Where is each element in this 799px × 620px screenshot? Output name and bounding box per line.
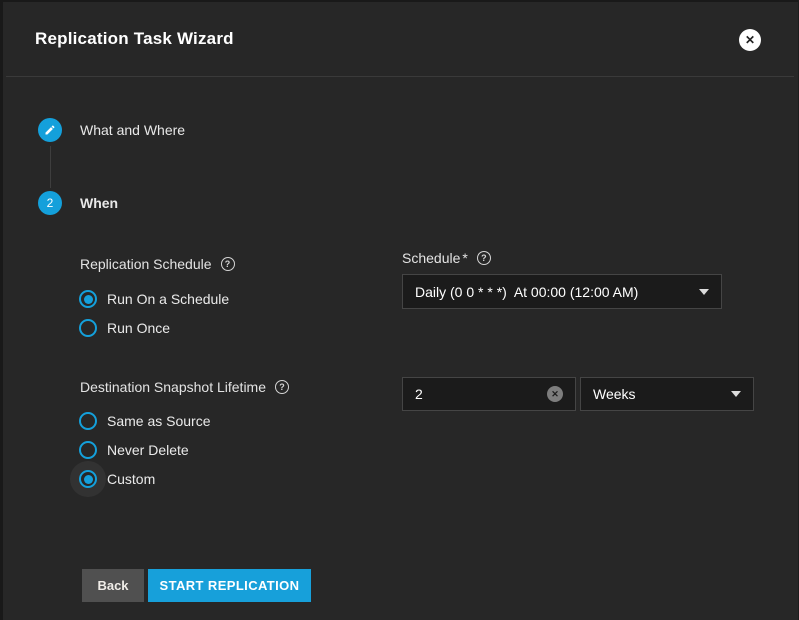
radio-label: Run On a Schedule xyxy=(107,291,229,307)
step-connector-line xyxy=(50,146,51,188)
snapshot-lifetime-group-label: Destination Snapshot Lifetime ? xyxy=(80,379,289,395)
radio-run-on-a-schedule[interactable]: Run On a Schedule xyxy=(79,290,229,308)
replication-schedule-label-text: Replication Schedule xyxy=(80,256,212,272)
step-when[interactable]: 2 When xyxy=(38,191,118,215)
radio-run-once[interactable]: Run Once xyxy=(79,319,170,337)
step1-circle xyxy=(38,118,62,142)
radio-same-as-source[interactable]: Same as Source xyxy=(79,412,211,430)
page-title: Replication Task Wizard xyxy=(35,29,234,49)
help-icon[interactable]: ? xyxy=(221,257,235,271)
radio-label: Same as Source xyxy=(107,413,211,429)
help-icon[interactable]: ? xyxy=(477,251,491,265)
lifetime-unit-value: Weeks xyxy=(593,386,636,402)
back-button[interactable]: Back xyxy=(82,569,144,602)
replication-task-wizard-dialog: Replication Task Wizard ✕ What and Where… xyxy=(0,0,799,620)
close-icon: ✕ xyxy=(745,34,755,46)
help-icon[interactable]: ? xyxy=(275,380,289,394)
clear-input-icon[interactable]: ✕ xyxy=(547,386,563,402)
schedule-label-text: Schedule xyxy=(402,250,460,266)
lifetime-value-input[interactable] xyxy=(415,386,547,402)
step2-label: When xyxy=(80,195,118,211)
lifetime-value-field[interactable]: ✕ xyxy=(402,377,576,411)
radio-label: Custom xyxy=(107,471,155,487)
header-divider xyxy=(6,76,794,77)
radio-button-icon xyxy=(79,412,97,430)
schedule-select[interactable]: Daily (0 0 * * *) At 00:00 (12:00 AM) xyxy=(402,274,722,309)
schedule-selected-value: Daily (0 0 * * *) At 00:00 (12:00 AM) xyxy=(415,284,638,300)
radio-button-icon xyxy=(79,319,97,337)
radio-button-icon xyxy=(79,470,97,488)
lifetime-unit-select[interactable]: Weeks xyxy=(580,377,754,411)
replication-schedule-group-label: Replication Schedule ? xyxy=(80,256,235,272)
close-button[interactable]: ✕ xyxy=(739,29,761,51)
step-what-and-where[interactable]: What and Where xyxy=(38,118,185,142)
chevron-down-icon xyxy=(699,289,709,295)
radio-button-icon xyxy=(79,441,97,459)
pencil-edit-icon xyxy=(44,124,56,136)
snapshot-lifetime-label-text: Destination Snapshot Lifetime xyxy=(80,379,266,395)
required-marker: * xyxy=(462,250,467,266)
step2-number: 2 xyxy=(47,196,54,210)
schedule-field-label: Schedule * ? xyxy=(402,250,491,266)
step2-circle: 2 xyxy=(38,191,62,215)
dialog-top-edge xyxy=(0,0,799,2)
dialog-left-edge xyxy=(0,0,3,620)
radio-custom[interactable]: Custom xyxy=(79,470,155,488)
start-replication-button[interactable]: START REPLICATION xyxy=(148,569,311,602)
radio-label: Run Once xyxy=(107,320,170,336)
radio-button-icon xyxy=(79,290,97,308)
chevron-down-icon xyxy=(731,391,741,397)
radio-never-delete[interactable]: Never Delete xyxy=(79,441,189,459)
radio-label: Never Delete xyxy=(107,442,189,458)
step1-label: What and Where xyxy=(80,122,185,138)
